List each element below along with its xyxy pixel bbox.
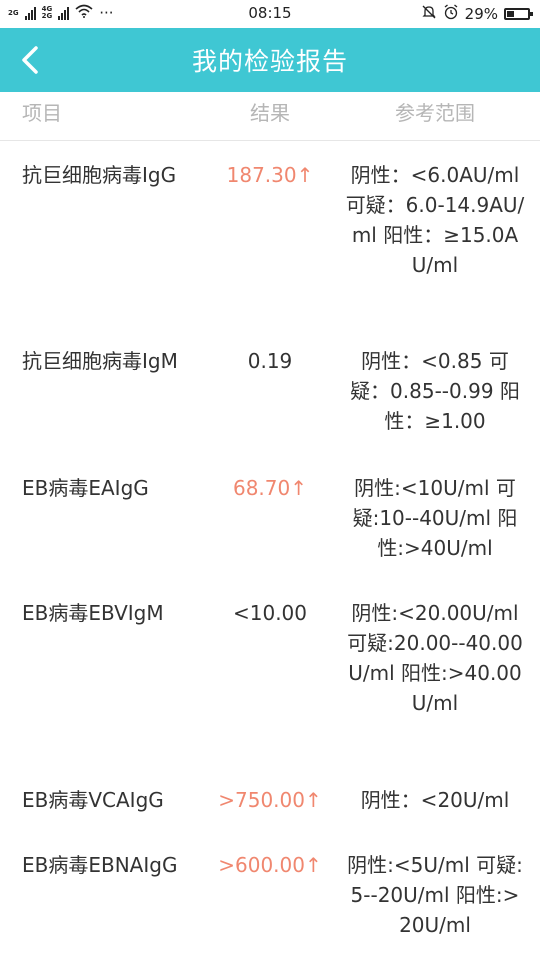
item-range: 阴性:<10U/ml 可疑:10--40U/ml 阳性:>40U/ml [352, 476, 518, 560]
column-header-item: 项目 [22, 101, 62, 125]
item-range: 阴性：<20U/ml [360, 788, 510, 812]
item-range: 阴性：<0.85 可疑：0.85--0.99 阳性：≥1.00 [350, 349, 520, 433]
status-right: 29% [421, 4, 533, 24]
battery-icon [504, 8, 533, 20]
battery-percent: 29% [464, 5, 498, 23]
table-header: 项目 结果 参考范围 [0, 92, 540, 141]
item-name: EB病毒EBVIgM [22, 601, 164, 625]
item-result: <10.00 [232, 601, 307, 625]
alarm-icon [443, 4, 459, 24]
mute-icon [421, 4, 437, 24]
column-header-result: 结果 [250, 101, 290, 125]
item-result: >600.00↑ [218, 853, 322, 877]
item-name: 抗巨细胞病毒IgG [22, 163, 177, 187]
item-name: EB病毒EAIgG [22, 476, 149, 500]
status-bar: 2G 4G 2G ··· 08:15 29% [0, 0, 540, 28]
column-header-range: 参考范围 [395, 101, 475, 125]
item-name: EB病毒VCAIgG [22, 788, 164, 812]
page-title: 我的检验报告 [191, 47, 348, 76]
item-result: 0.19 [247, 349, 293, 373]
item-range: 阴性:<5U/ml 可疑:5--20U/ml 阳性:>20U/ml [347, 853, 523, 937]
app-header: 我的检验报告 [0, 28, 540, 92]
item-result: 187.30↑ [226, 163, 314, 187]
item-name: EB病毒EBNAIgG [22, 853, 178, 877]
item-range: 阴性：<6.0AU/ml 可疑：6.0-14.9AU/ml 阳性：≥15.0AU… [345, 163, 525, 277]
item-range: 阴性:<20.00U/ml 可疑:20.00--40.00U/ml 阳性:>40… [347, 601, 523, 715]
item-result: >750.00↑ [218, 788, 322, 812]
item-name: 抗巨细胞病毒IgM [22, 349, 178, 373]
item-result: 68.70↑ [232, 476, 307, 500]
